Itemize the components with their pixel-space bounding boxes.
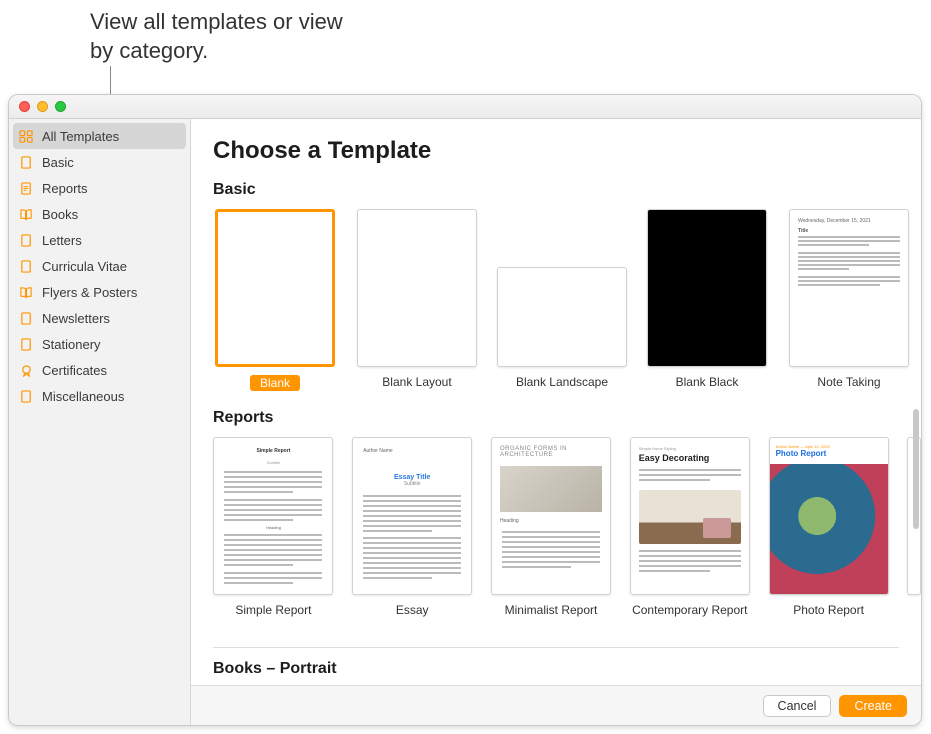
template-label: Simple Report	[235, 603, 311, 631]
template-label: Contemporary Report	[632, 603, 747, 631]
document-icon	[19, 182, 34, 195]
template-row-basic: Blank Blank Layout Blank Landscape Blank…	[213, 209, 921, 403]
mock-text: Subtitle	[363, 481, 461, 487]
close-icon[interactable]	[19, 101, 30, 112]
template-thumbnail: ORGANIC FORMS IN ARCHITECTURE Heading	[491, 437, 611, 595]
template-label: Essay	[396, 603, 429, 631]
template-blank-landscape[interactable]: Blank Landscape	[497, 209, 627, 403]
sidebar-item-flyers[interactable]: Flyers & Posters	[9, 279, 190, 305]
template-thumbnail	[357, 209, 477, 367]
sidebar-item-label: Books	[42, 207, 78, 222]
document-icon	[19, 234, 34, 247]
template-thumbnail: Simple Home Styling Easy Decorating	[630, 437, 750, 595]
sidebar-item-label: Letters	[42, 233, 82, 248]
sidebar-item-stationery[interactable]: Stationery	[9, 331, 190, 357]
template-label: Blank Black	[676, 375, 739, 403]
sidebar-item-reports[interactable]: Reports	[9, 175, 190, 201]
template-photo-report[interactable]: Author Name — April 10, 2022 Photo Repor…	[768, 437, 889, 631]
template-thumbnail: Simple Report Subtitle Heading	[213, 437, 333, 595]
template-thumbnail: Author Name — April 10, 2022 Photo Repor…	[769, 437, 889, 595]
template-thumbnail: Author Name Essay Title Subtitle	[352, 437, 472, 595]
sidebar-item-basic[interactable]: Basic	[9, 149, 190, 175]
template-blank-black[interactable]: Blank Black	[645, 209, 769, 403]
sidebar-item-certificates[interactable]: Certificates	[9, 357, 190, 383]
document-icon	[19, 312, 34, 325]
template-label: Blank Layout	[382, 375, 451, 403]
template-blank[interactable]: Blank	[213, 209, 337, 403]
template-label: Photo Report	[793, 603, 864, 631]
template-thumbnail: Wednesday, December 15, 2021 Title	[789, 209, 909, 367]
main-content: Choose a Template Basic Blank Blank Layo…	[191, 119, 921, 725]
template-thumbnail	[647, 209, 767, 367]
certificate-icon	[19, 364, 34, 377]
mock-text: Author Name	[363, 448, 461, 454]
minimize-icon[interactable]	[37, 101, 48, 112]
category-sidebar: All Templates Basic Reports Books Letter…	[9, 119, 191, 725]
sidebar-item-label: Stationery	[42, 337, 101, 352]
template-label: Minimalist Report	[505, 603, 598, 631]
template-label: Blank Landscape	[516, 375, 608, 403]
section-title-books: Books – Portrait	[213, 647, 899, 678]
sidebar-item-label: Flyers & Posters	[42, 285, 137, 300]
sidebar-item-label: All Templates	[42, 129, 119, 144]
mock-text: ORGANIC FORMS IN ARCHITECTURE	[492, 438, 610, 466]
mock-text: Simple Report	[249, 448, 298, 454]
mock-text: Wednesday, December 15, 2021	[798, 218, 900, 224]
sidebar-item-label: Newsletters	[42, 311, 110, 326]
document-icon	[19, 156, 34, 169]
page-title: Choose a Template	[213, 137, 921, 165]
template-label: Blank	[250, 375, 300, 391]
sidebar-item-label: Basic	[42, 155, 74, 170]
template-simple-report[interactable]: Simple Report Subtitle Heading Simple Re…	[213, 437, 334, 631]
sidebar-item-letters[interactable]: Letters	[9, 227, 190, 253]
callout-annotation: View all templates or view by category.	[90, 8, 350, 65]
template-note-taking[interactable]: Wednesday, December 15, 2021 Title Note …	[787, 209, 911, 403]
template-label: Note Taking	[817, 375, 880, 403]
vertical-scrollbar[interactable]	[913, 409, 919, 529]
template-minimalist-report[interactable]: ORGANIC FORMS IN ARCHITECTURE Heading Mi…	[491, 437, 612, 631]
mock-text: Essay Title	[363, 474, 461, 481]
window-titlebar	[9, 95, 921, 119]
template-scroll-area[interactable]: Choose a Template Basic Blank Blank Layo…	[191, 119, 921, 685]
mock-text: Easy Decorating	[639, 453, 741, 463]
sidebar-item-misc[interactable]: Miscellaneous	[9, 383, 190, 409]
zoom-icon[interactable]	[55, 101, 66, 112]
template-essay[interactable]: Author Name Essay Title Subtitle Essay	[352, 437, 473, 631]
sidebar-item-label: Miscellaneous	[42, 389, 124, 404]
document-icon	[19, 338, 34, 351]
create-button[interactable]: Create	[839, 695, 907, 717]
cancel-button[interactable]: Cancel	[763, 695, 832, 717]
window-body: All Templates Basic Reports Books Letter…	[9, 119, 921, 725]
template-blank-layout[interactable]: Blank Layout	[355, 209, 479, 403]
document-icon	[19, 390, 34, 403]
mock-text: Title	[798, 228, 900, 234]
grid-icon	[19, 130, 34, 143]
mock-text: Simple Home Styling	[639, 446, 741, 451]
sidebar-item-label: Reports	[42, 181, 88, 196]
book-icon	[19, 286, 34, 299]
template-thumbnail	[215, 209, 335, 367]
sidebar-item-all-templates[interactable]: All Templates	[13, 123, 186, 149]
section-title-reports: Reports	[213, 409, 921, 427]
section-title-basic: Basic	[213, 181, 921, 199]
sidebar-item-label: Certificates	[42, 363, 107, 378]
mock-text: Photo Report	[776, 449, 882, 458]
sidebar-item-label: Curricula Vitae	[42, 259, 127, 274]
sidebar-item-books[interactable]: Books	[9, 201, 190, 227]
template-chooser-window: All Templates Basic Reports Books Letter…	[8, 94, 922, 726]
book-icon	[19, 208, 34, 221]
dialog-footer: Cancel Create	[191, 685, 921, 725]
document-icon	[19, 260, 34, 273]
template-row-reports: Simple Report Subtitle Heading Simple Re…	[213, 437, 921, 631]
sidebar-item-cv[interactable]: Curricula Vitae	[9, 253, 190, 279]
mock-text: Heading	[492, 518, 610, 528]
template-contemporary-report[interactable]: Simple Home Styling Easy Decorating Cont…	[629, 437, 750, 631]
sidebar-item-newsletters[interactable]: Newsletters	[9, 305, 190, 331]
template-thumbnail	[497, 267, 627, 367]
